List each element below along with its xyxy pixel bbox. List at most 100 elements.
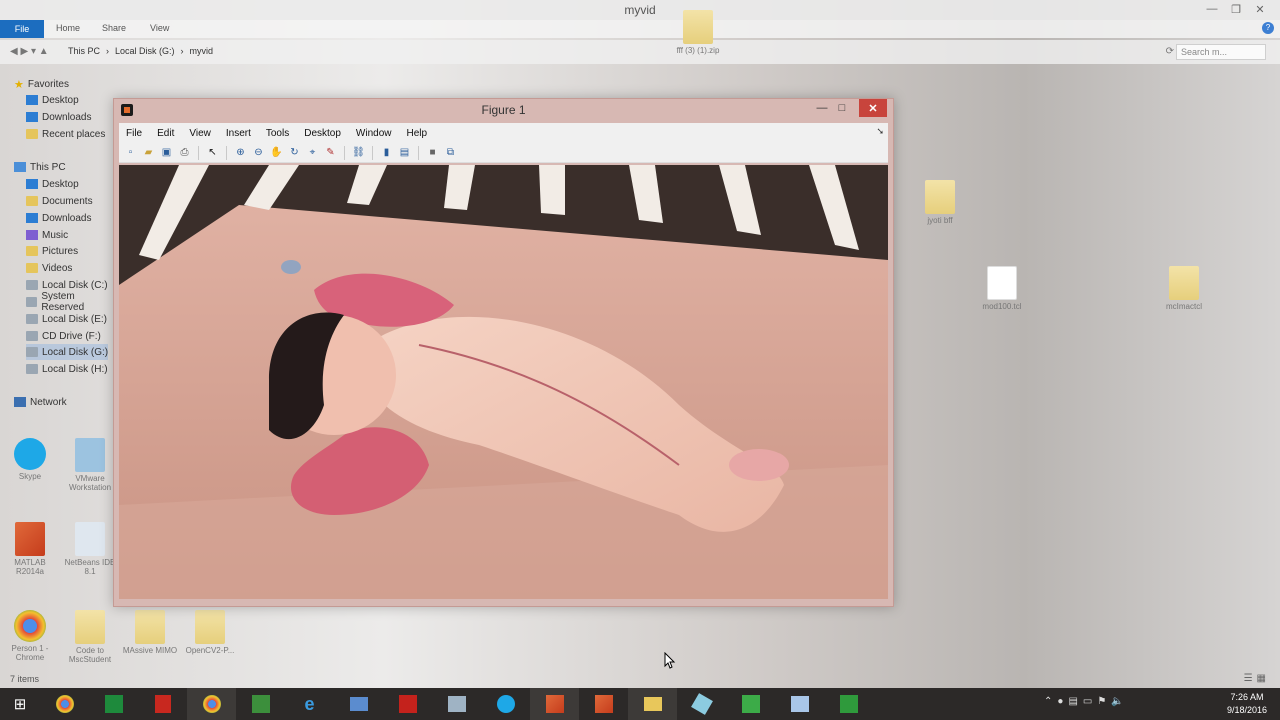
back-forward-icon[interactable]: ◀ ▶ ▾ ▲ — [10, 46, 49, 57]
acrobat-icon[interactable] — [383, 688, 432, 720]
data-cursor-icon[interactable]: ⌖ — [305, 145, 320, 160]
breadcrumb-item[interactable]: Local Disk (G:) — [115, 46, 175, 56]
menu-view[interactable]: View — [182, 128, 219, 139]
help-icon[interactable]: ? — [1262, 22, 1274, 34]
nav-item-network[interactable]: Network — [14, 394, 67, 410]
pan-hand-icon[interactable]: ✋ — [269, 145, 284, 160]
print-icon[interactable]: ⎙ — [177, 145, 192, 160]
tray-app-icon[interactable]: ● — [1057, 696, 1063, 707]
nav-item-cd-drive-f[interactable]: CD Drive (F:) — [26, 328, 101, 344]
file-explorer-icon[interactable] — [628, 688, 677, 720]
menu-desktop[interactable]: Desktop — [297, 128, 349, 139]
calculator-icon[interactable] — [432, 688, 481, 720]
refresh-icon[interactable]: ⟳ — [1166, 46, 1174, 57]
arrow-pointer-icon[interactable]: ↖ — [205, 145, 220, 160]
hide-plot-tools-icon[interactable]: ■ — [425, 145, 440, 160]
close-button[interactable]: ✕ — [859, 99, 887, 117]
menu-help[interactable]: Help — [400, 128, 436, 139]
nav-item-downloads[interactable]: Downloads — [26, 109, 91, 125]
legend-icon[interactable]: ▤ — [397, 145, 412, 160]
chrome-icon[interactable] — [40, 688, 89, 720]
new-figure-icon[interactable]: ▫ — [123, 145, 138, 160]
save-icon[interactable]: ▣ — [159, 145, 174, 160]
volume-icon[interactable]: 🔈 — [1111, 696, 1123, 707]
action-center-flag-icon[interactable]: ⚑ — [1097, 696, 1106, 707]
restore-button[interactable]: ❐ — [1224, 0, 1248, 18]
close-button[interactable]: ✕ — [1248, 0, 1272, 18]
zoom-in-icon[interactable]: ⊕ — [233, 145, 248, 160]
search-input[interactable]: Search m... — [1176, 44, 1266, 60]
desktop-icon-mod100[interactable]: mod100.tcl — [972, 266, 1032, 311]
nav-item-this-pc[interactable]: This PC — [14, 159, 66, 175]
nav-item-local-disk-e[interactable]: Local Disk (E:) — [26, 311, 107, 327]
tab-view[interactable]: View — [150, 23, 169, 33]
desktop-icon-code-to-mscstudent[interactable]: Code to MscStudent — [60, 610, 120, 664]
clock[interactable]: 7:26 AM 9/18/2016 — [1218, 691, 1276, 717]
acrobat-reader-icon[interactable] — [138, 688, 187, 720]
desktop-icon-chrome-person[interactable]: Person 1 - Chrome — [0, 610, 60, 662]
camtasia-recorder-icon[interactable] — [824, 688, 873, 720]
skype-icon[interactable] — [481, 688, 530, 720]
matlab-icon[interactable] — [530, 688, 579, 720]
large-icons-view-icon[interactable]: ▦ — [1257, 673, 1266, 684]
open-file-icon[interactable]: ▰ — [141, 145, 156, 160]
nav-item-music[interactable]: Music — [26, 227, 68, 243]
nav-item-system-reserved[interactable]: System Reserved — [26, 291, 116, 313]
rotate-3d-icon[interactable]: ↻ — [287, 145, 302, 160]
breadcrumb[interactable]: This PC › Local Disk (G:) › myvid — [68, 46, 213, 56]
nav-item-desktop[interactable]: Desktop — [26, 92, 79, 108]
desktop-icon-vmware[interactable]: VMware Workstation — [60, 438, 120, 492]
nav-item-videos[interactable]: Videos — [26, 260, 72, 276]
tray-network-icon[interactable]: ▤ — [1068, 696, 1077, 707]
desktop-icon-mcimactcl[interactable]: mcImactcl — [1154, 266, 1214, 311]
tab-home[interactable]: Home — [56, 23, 80, 33]
start-icon[interactable]: ⊞ — [0, 688, 40, 720]
menu-edit[interactable]: Edit — [150, 128, 182, 139]
nav-item-downloads-pc[interactable]: Downloads — [26, 210, 91, 226]
menu-window[interactable]: Window — [349, 128, 400, 139]
nav-item-recent-places[interactable]: Recent places — [26, 126, 105, 142]
dock-arrow-icon[interactable]: ➘ — [876, 126, 884, 137]
desktop-icon-massive-mimo[interactable]: MAssive MIMO — [120, 610, 180, 655]
tab-file[interactable]: File — [0, 20, 44, 38]
breadcrumb-item[interactable]: myvid — [190, 46, 214, 56]
maximize-button[interactable]: □ — [832, 99, 852, 117]
network-tool-icon[interactable] — [334, 688, 383, 720]
show-plot-tools-icon[interactable]: ⧉ — [443, 145, 458, 160]
link-plot-icon[interactable]: ⛓ — [351, 145, 366, 160]
colorbar-icon[interactable]: ▮ — [379, 145, 394, 160]
minimize-button[interactable]: — — [812, 99, 832, 117]
menu-insert[interactable]: Insert — [219, 128, 259, 139]
matlab-icon[interactable] — [579, 688, 628, 720]
brush-icon[interactable]: ✎ — [323, 145, 338, 160]
figure-title-bar[interactable]: Figure 1 — □ ✕ — [114, 99, 893, 121]
zoom-out-icon[interactable]: ⊖ — [251, 145, 266, 160]
menu-file[interactable]: File — [119, 128, 150, 139]
desktop-icon-zip[interactable]: fff (3) (1).zip — [668, 10, 728, 55]
desktop-icon-netbeans[interactable]: NetBeans IDE 8.1 — [60, 522, 120, 576]
excel-icon[interactable] — [89, 688, 138, 720]
nav-item-documents[interactable]: Documents — [26, 193, 93, 209]
figure-image-axes[interactable] — [119, 165, 888, 599]
nav-item-local-disk-h[interactable]: Local Disk (H:) — [26, 361, 108, 377]
desktop-icon-opencv[interactable]: OpenCV2-P... — [180, 610, 240, 655]
desktop-icon-skype[interactable]: Skype — [0, 438, 60, 481]
camtasia-icon[interactable] — [726, 688, 775, 720]
internet-explorer-icon[interactable]: e — [285, 688, 334, 720]
details-view-icon[interactable]: ☰ — [1244, 673, 1253, 684]
gadget-icon[interactable] — [677, 688, 726, 720]
paint-icon[interactable] — [775, 688, 824, 720]
nav-item-local-disk-g[interactable]: Local Disk (G:) — [26, 344, 109, 360]
tray-expand-icon[interactable]: ⌃ — [1044, 696, 1052, 707]
tray-display-icon[interactable]: ▭ — [1083, 696, 1092, 707]
vdi-icon[interactable] — [236, 688, 285, 720]
breadcrumb-item[interactable]: This PC — [68, 46, 100, 56]
desktop-icon-matlab[interactable]: MATLAB R2014a — [0, 522, 60, 576]
chrome-icon[interactable] — [187, 688, 236, 720]
desktop-icon-jyoti-bff[interactable]: jyoti bff — [910, 180, 970, 225]
nav-item-pictures[interactable]: Pictures — [26, 243, 78, 259]
minimize-button[interactable]: — — [1200, 0, 1224, 18]
nav-item-favorites[interactable]: ★ Favorites — [14, 76, 69, 92]
tab-share[interactable]: Share — [102, 23, 126, 33]
menu-tools[interactable]: Tools — [259, 128, 297, 139]
